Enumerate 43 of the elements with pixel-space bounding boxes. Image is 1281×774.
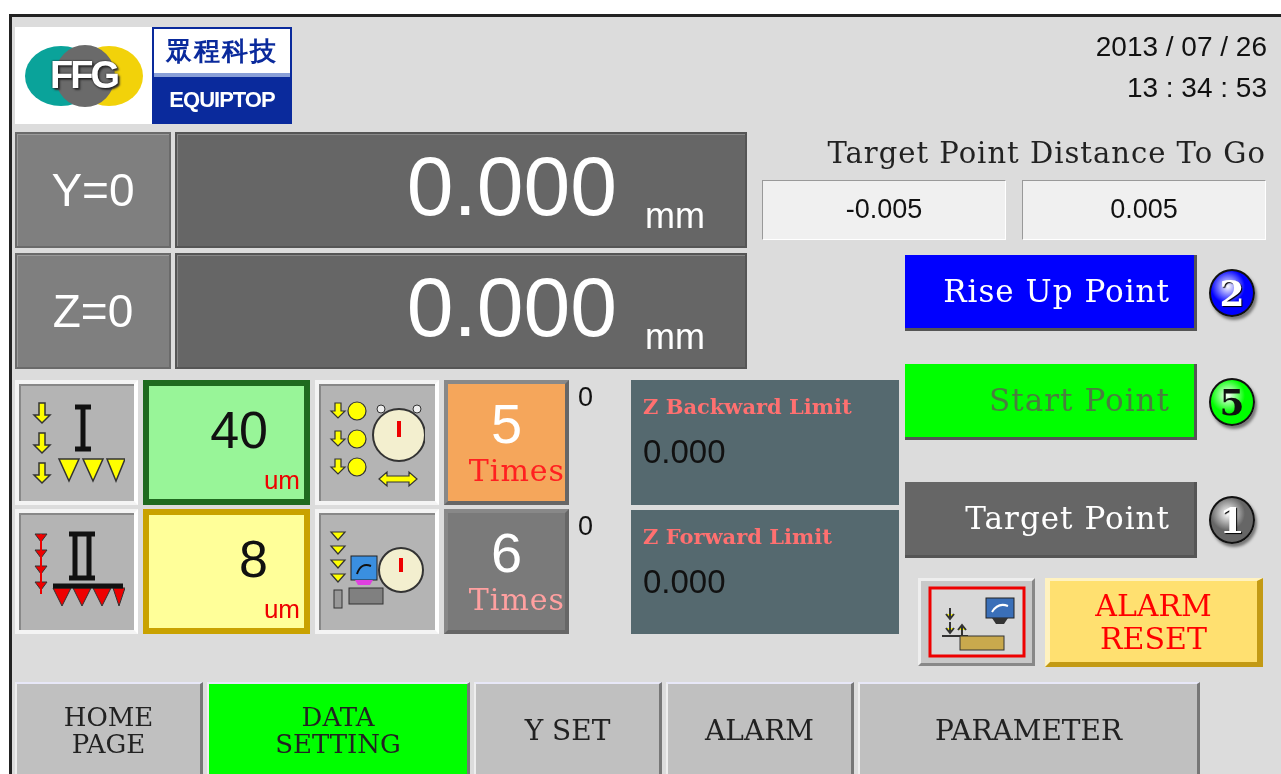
times-label: Times <box>468 585 565 615</box>
value-number: 8 <box>239 533 268 590</box>
value-field[interactable]: 8 um <box>143 509 310 634</box>
times-label: Times <box>468 456 565 486</box>
logo-chinese-text: 眾程科技 <box>154 29 290 77</box>
value-field[interactable]: 40 um <box>143 380 310 505</box>
limit-label: Z Backward Limit <box>643 396 853 417</box>
nav-tab[interactable]: DATA SETTING <box>207 682 470 774</box>
number-badge: 5 <box>1209 378 1255 426</box>
number-badge: 1 <box>1209 496 1255 544</box>
times-number: 5 <box>490 396 523 452</box>
position-value: 0.000 <box>406 144 617 228</box>
unit-label: mm <box>645 319 705 355</box>
limit-value: 0.000 <box>643 564 727 598</box>
point-button[interactable]: Target Point <box>905 482 1197 558</box>
machine-icon <box>927 586 1026 658</box>
axis-label: Y=0 <box>15 132 171 248</box>
times-field[interactable]: 6 Times <box>444 509 569 634</box>
position-value: 0.000 <box>406 265 617 349</box>
axis-label: Z=0 <box>15 253 171 369</box>
date-text: 2013 / 07 / 26 <box>1095 30 1267 64</box>
unit-label: um <box>263 596 300 622</box>
count-text: 0 <box>577 513 595 543</box>
time-text: 13 : 34 : 53 <box>1125 70 1267 105</box>
logo-brand-text: EQUIPTOP <box>168 86 276 114</box>
distance-field: 0.005 <box>1022 179 1266 240</box>
count-text: 0 <box>577 384 595 414</box>
unit-label: um <box>263 467 300 493</box>
limit-label: Z Forward Limit <box>643 525 833 547</box>
point-button[interactable]: Start Point <box>905 364 1197 440</box>
value-number: 40 <box>210 404 268 461</box>
number-badge: 2 <box>1209 269 1255 317</box>
nav-tab[interactable]: PARAMETER <box>858 682 1200 774</box>
distance-field: -0.005 <box>762 179 1006 240</box>
nav-tab[interactable]: ALARM <box>666 682 854 774</box>
nav-tab[interactable]: HOME PAGE <box>15 682 203 774</box>
distance-title: Target Point Distance To Go <box>826 135 1266 172</box>
machine-button[interactable] <box>918 578 1035 666</box>
point-button[interactable]: Rise Up Point <box>905 255 1197 331</box>
nav-tab[interactable]: Y SET <box>474 682 662 774</box>
times-number: 6 <box>490 525 523 581</box>
unit-label: mm <box>645 198 705 234</box>
limit-value: 0.000 <box>643 435 727 468</box>
